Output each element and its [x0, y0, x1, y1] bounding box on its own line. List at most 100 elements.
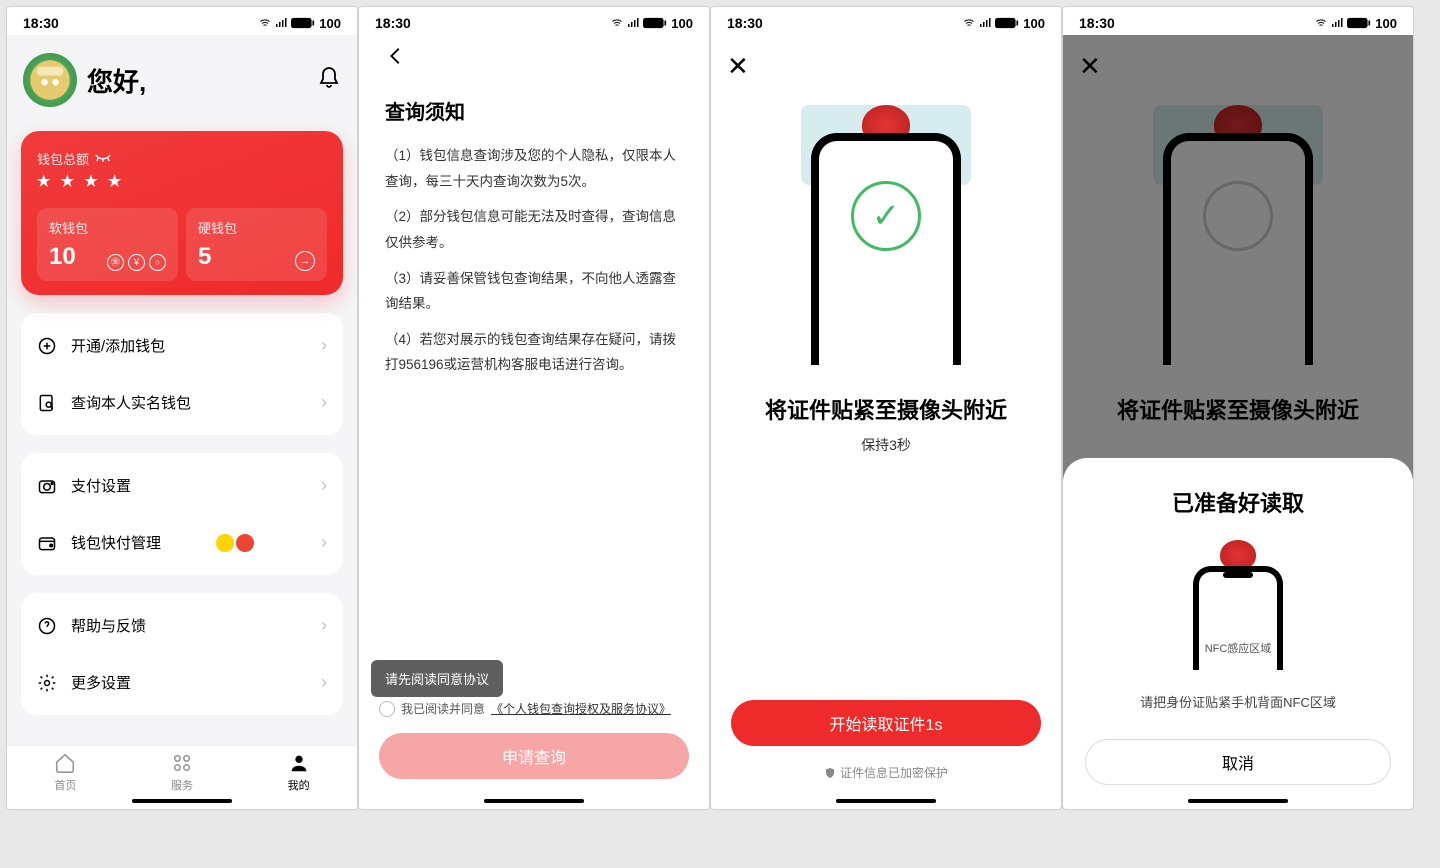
screen-query-notice: 18:30 100 查询须知 （1）钱包信息查询涉及您的个人隐私，仅限本人查询，… — [358, 6, 710, 810]
home-indicator[interactable] — [132, 799, 232, 803]
agree-tooltip: 请先阅读同意协议 — [371, 660, 503, 697]
hard-wallet-count: 5 — [198, 243, 211, 271]
menu-label: 开通/添加钱包 — [71, 335, 165, 356]
menu-group-1: 开通/添加钱包 › 查询本人实名钱包 › — [21, 313, 343, 435]
signal-icon — [979, 17, 991, 29]
camera-gear-icon — [37, 476, 59, 496]
encrypted-note: 证件信息已加密保护 — [731, 764, 1041, 781]
nav-service[interactable]: 服务 — [171, 752, 193, 793]
avatar[interactable] — [23, 53, 77, 107]
notice-footer: 我已阅读并同意 《个人钱包查询授权及服务协议》 申请查询 — [359, 700, 709, 779]
agree-checkbox[interactable] — [379, 701, 395, 717]
battery-icon — [1347, 17, 1371, 29]
notice-p4: （4）若您对展示的钱包查询结果存在疑问，请拨打956196或运营机构客服电话进行… — [385, 327, 683, 378]
search-doc-icon — [37, 393, 59, 413]
chevron-right-icon: › — [321, 392, 327, 413]
status-time: 18:30 — [375, 15, 411, 31]
notice-body: 查询须知 （1）钱包信息查询涉及您的个人隐私，仅限本人查询，每三十天内查询次数为… — [359, 35, 709, 809]
menu-add-wallet[interactable]: 开通/添加钱包 › — [21, 317, 343, 374]
pay-app-badges — [216, 534, 254, 552]
greeting-block[interactable]: 您好, — [23, 53, 146, 107]
signal-icon — [627, 17, 639, 29]
nav-label: 我的 — [288, 777, 310, 793]
help-icon — [37, 616, 59, 636]
close-button[interactable]: ✕ — [727, 53, 749, 79]
status-icons: 100 — [963, 16, 1045, 31]
menu-label: 支付设置 — [71, 475, 131, 496]
menu-help-feedback[interactable]: 帮助与反馈 › — [21, 597, 343, 654]
nfc-bottom-sheet: 已准备好读取 NFC感应区域 请把身份证贴紧手机背面NFC区域 取消 — [1063, 458, 1413, 809]
hard-wallet-tile[interactable]: 硬钱包 5 → — [186, 208, 327, 281]
battery-icon — [995, 17, 1019, 29]
status-time: 18:30 — [23, 15, 59, 31]
start-read-button[interactable]: 开始读取证件1s — [731, 700, 1041, 746]
status-time: 18:30 — [1079, 15, 1115, 31]
menu-group-2: 支付设置 › 钱包快付管理 › — [21, 453, 343, 575]
status-bar: 18:30 100 — [711, 7, 1061, 35]
bank-mini-icons: ㊎￥○ — [107, 254, 166, 271]
menu-label: 查询本人实名钱包 — [71, 392, 191, 413]
phone-illustration: ✓ — [791, 105, 981, 365]
nfc-illustration: NFC感应区域 — [1183, 540, 1293, 670]
chevron-right-icon: › — [321, 532, 327, 553]
person-icon — [288, 752, 310, 774]
wifi-icon — [611, 17, 623, 29]
cancel-button[interactable]: 取消 — [1085, 739, 1391, 785]
profile-body: 您好, 钱包总额 ★ ★ ★ ★ 软钱包 10 ㊎￥○ — [7, 35, 357, 809]
soft-wallet-label: 软钱包 — [49, 218, 166, 237]
nfc-body: ✕ 将证件贴紧至摄像头附近 已准备好读取 NFC感应区域 请把身份证贴紧手机背面… — [1063, 35, 1413, 809]
notice-p1: （1）钱包信息查询涉及您的个人隐私，仅限本人查询，每三十天内查询次数为5次。 — [385, 143, 683, 194]
status-time: 18:30 — [727, 15, 763, 31]
chevron-right-icon: › — [321, 672, 327, 693]
menu-pay-settings[interactable]: 支付设置 › — [21, 457, 343, 514]
menu-label: 钱包快付管理 — [71, 532, 161, 553]
gear-icon — [37, 673, 59, 693]
soft-wallet-count: 10 — [49, 243, 76, 271]
signal-icon — [1331, 17, 1343, 29]
soft-wallet-tile[interactable]: 软钱包 10 ㊎￥○ — [37, 208, 178, 281]
arrow-right-icon[interactable]: → — [295, 251, 315, 271]
notification-bell-icon[interactable] — [317, 66, 341, 95]
notice-p2: （2）部分钱包信息可能无法及时查得，查询信息仅供参考。 — [385, 204, 683, 255]
nav-mine[interactable]: 我的 — [288, 752, 310, 793]
hard-wallet-label: 硬钱包 — [198, 218, 315, 237]
eye-off-icon[interactable] — [95, 154, 111, 164]
nfc-zone-label: NFC感应区域 — [1205, 640, 1272, 656]
nav-label: 首页 — [54, 777, 76, 793]
menu-quick-pay[interactable]: 钱包快付管理 › — [21, 514, 343, 571]
battery-icon — [643, 17, 667, 29]
agreement-row[interactable]: 我已阅读并同意 《个人钱包查询授权及服务协议》 — [379, 700, 689, 717]
menu-label: 帮助与反馈 — [71, 615, 146, 636]
wifi-icon — [963, 17, 975, 29]
status-bar: 18:30 100 — [7, 7, 357, 35]
wallet-balance-card[interactable]: 钱包总额 ★ ★ ★ ★ 软钱包 10 ㊎￥○ 硬钱包 5 → — [21, 131, 343, 295]
page-title: 查询须知 — [385, 96, 683, 125]
menu-more-settings[interactable]: 更多设置 › — [21, 654, 343, 711]
nav-home[interactable]: 首页 — [54, 752, 76, 793]
status-icons: 100 — [259, 16, 341, 31]
plus-circle-icon — [37, 336, 59, 356]
back-button[interactable] — [385, 45, 683, 72]
nav-label: 服务 — [171, 777, 193, 793]
notice-text: （1）钱包信息查询涉及您的个人隐私，仅限本人查询，每三十天内查询次数为5次。 （… — [385, 143, 683, 388]
screen-profile: 18:30 100 您好, 钱包总额 ★ ★ ★ ★ — [6, 6, 358, 810]
agree-prefix: 我已阅读并同意 — [401, 700, 485, 717]
home-indicator[interactable] — [836, 799, 936, 803]
success-check-icon: ✓ — [851, 181, 921, 251]
battery-level: 100 — [671, 16, 693, 31]
battery-level: 100 — [1023, 16, 1045, 31]
apply-query-button[interactable]: 申请查询 — [379, 733, 689, 779]
wallet-hidden-amount: ★ ★ ★ ★ — [37, 172, 327, 190]
scan-subtitle: 保持3秒 — [729, 435, 1043, 455]
menu-query-realname[interactable]: 查询本人实名钱包 › — [21, 374, 343, 431]
agreement-link[interactable]: 《个人钱包查询授权及服务协议》 — [491, 700, 671, 717]
status-icons: 100 — [611, 16, 693, 31]
sheet-title: 已准备好读取 — [1085, 486, 1391, 518]
scan-footer: 开始读取证件1s 证件信息已加密保护 — [711, 700, 1061, 781]
battery-level: 100 — [1375, 16, 1397, 31]
home-indicator[interactable] — [484, 799, 584, 803]
home-indicator[interactable] — [1188, 799, 1288, 803]
sheet-subtitle: 请把身份证贴紧手机背面NFC区域 — [1085, 692, 1391, 711]
wallet-icon — [37, 533, 59, 553]
menu-group-3: 帮助与反馈 › 更多设置 › — [21, 593, 343, 715]
